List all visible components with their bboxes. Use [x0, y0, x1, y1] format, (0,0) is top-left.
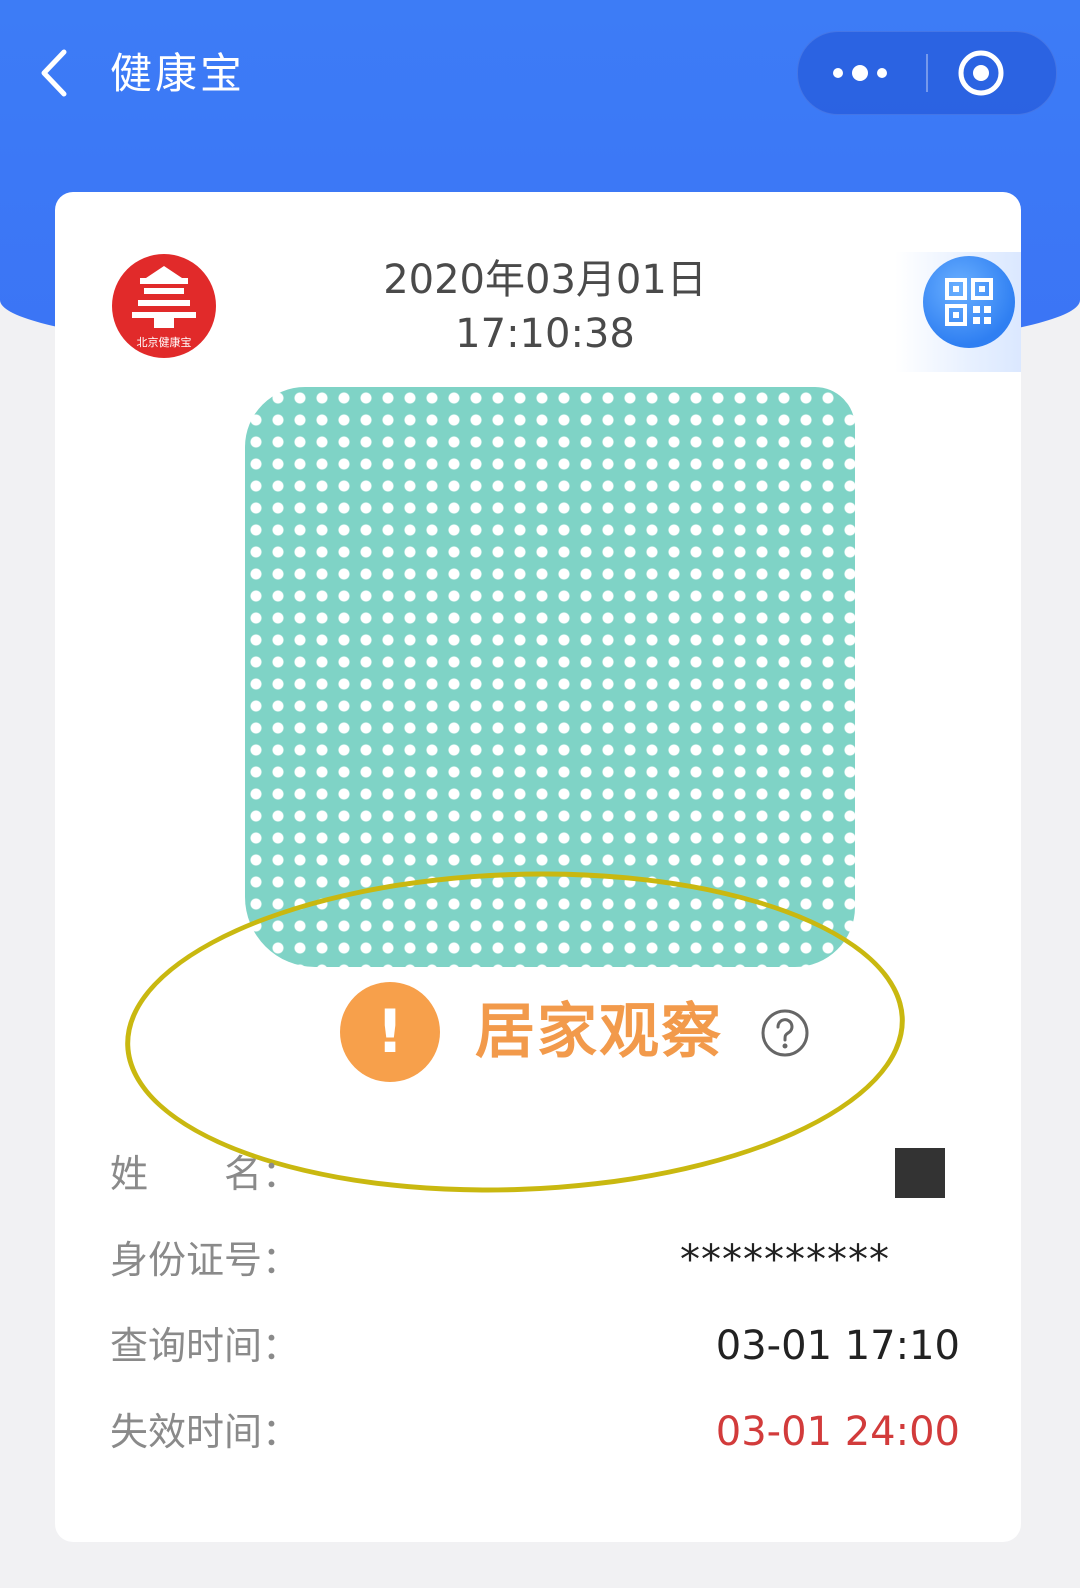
- health-code-card: 北京健康宝 2020年03月01日 17:10:38 ! 居家观察 姓 名： 身…: [55, 192, 1021, 1542]
- query-date: 2020年03月01日: [383, 257, 707, 303]
- page-title: 健康宝: [110, 49, 246, 98]
- status-label: 居家观察: [475, 997, 723, 1067]
- logo-caption: 北京健康宝: [137, 335, 192, 349]
- info-value-query-time: 03-01 17:10: [715, 1323, 960, 1369]
- info-label-expiry: 失效时间：: [110, 1410, 301, 1454]
- chevron-left-icon[interactable]: [34, 48, 78, 98]
- question-circle-icon[interactable]: [760, 1008, 810, 1058]
- query-time: 17:10:38: [455, 311, 635, 357]
- beijing-health-kit-logo: 北京健康宝: [112, 254, 216, 358]
- info-row-id: 身份证号： **********: [110, 1230, 960, 1290]
- info-row-name: 姓 名：: [110, 1144, 960, 1204]
- info-value-id: **********: [680, 1237, 890, 1283]
- qr-code-icon[interactable]: [923, 256, 1015, 348]
- info-value-expiry: 03-01 24:00: [715, 1409, 960, 1455]
- target-circle-icon[interactable]: [928, 32, 1056, 114]
- info-label-id: 身份证号：: [110, 1238, 301, 1282]
- exclamation-icon: !: [340, 982, 440, 1082]
- info-row-query-time: 查询时间： 03-01 17:10: [110, 1316, 960, 1376]
- masked-name-value: [895, 1148, 945, 1198]
- info-label-name: 姓 名：: [110, 1152, 301, 1196]
- info-label-query-time: 查询时间：: [110, 1324, 301, 1368]
- qr-button: [895, 252, 1021, 372]
- mini-program-capsule: [797, 31, 1057, 115]
- info-row-expiry: 失效时间： 03-01 24:00: [110, 1402, 960, 1462]
- more-dots-icon[interactable]: [798, 32, 926, 114]
